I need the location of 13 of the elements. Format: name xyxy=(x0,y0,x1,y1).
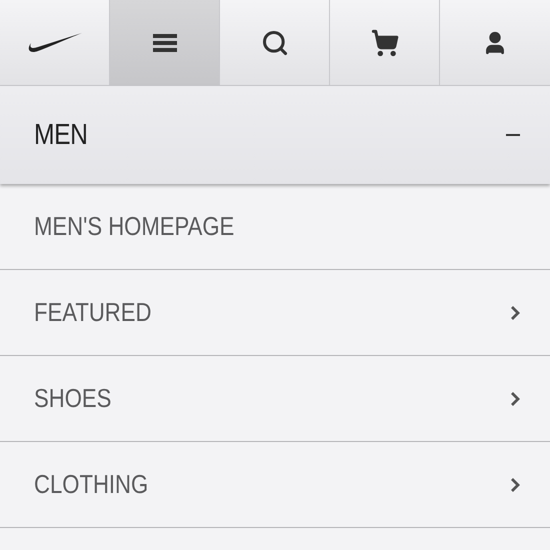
section-header[interactable]: MEN xyxy=(0,86,550,184)
menu-item-label: SHOES xyxy=(34,383,112,414)
cart-icon xyxy=(370,28,398,56)
menu-icon xyxy=(152,34,176,52)
search-icon xyxy=(260,28,288,56)
menu-item-label: MEN'S HOMEPAGE xyxy=(34,211,234,242)
section-title: MEN xyxy=(34,118,88,152)
cart-button[interactable] xyxy=(330,0,440,86)
menu-item-label: FEATURED xyxy=(34,297,152,328)
search-button[interactable] xyxy=(220,0,330,86)
menu-button[interactable] xyxy=(110,0,220,86)
menu-item-label: CLOTHING xyxy=(34,469,148,500)
logo-icon xyxy=(26,32,82,54)
